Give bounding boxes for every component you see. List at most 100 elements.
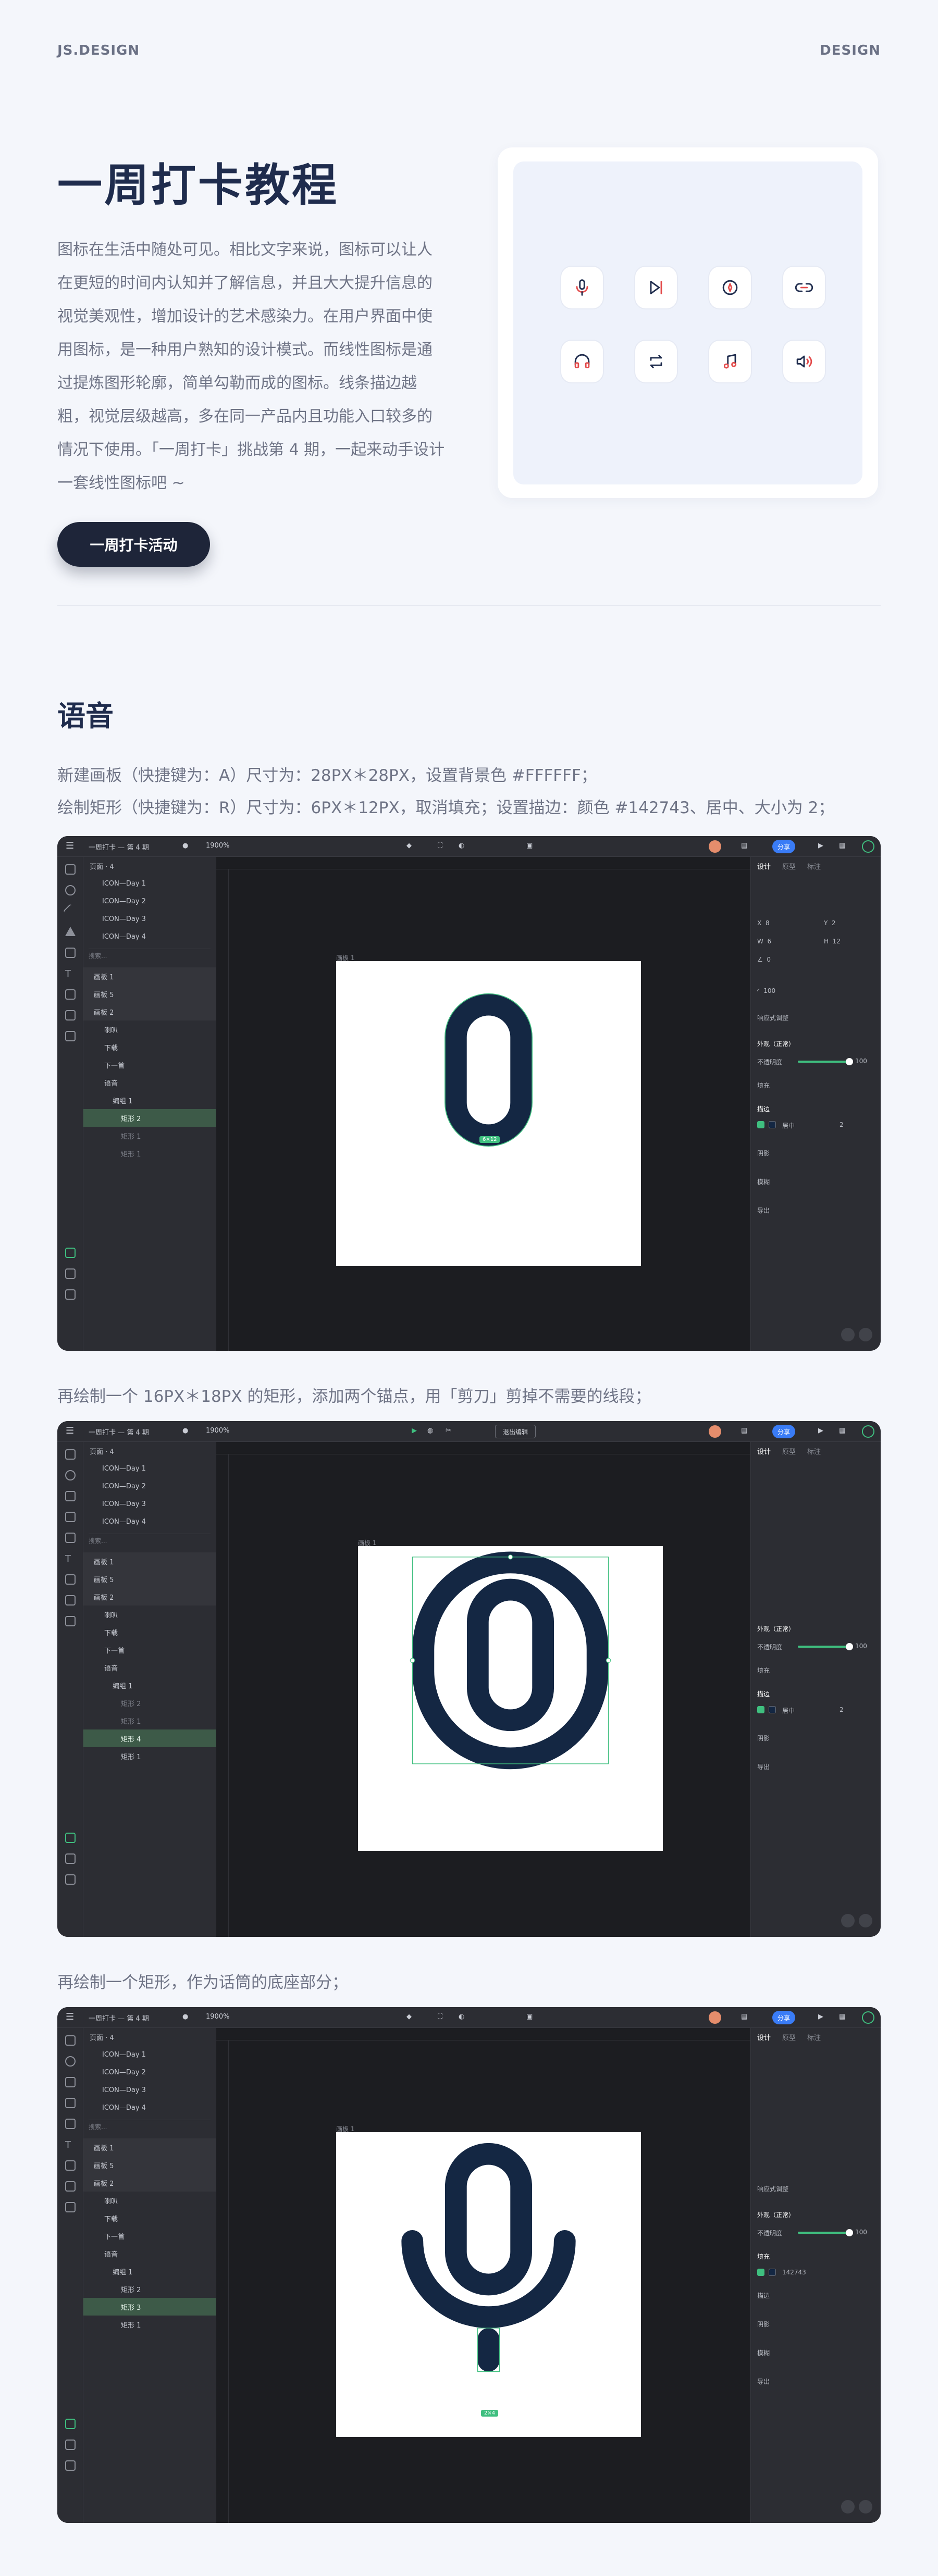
- layer-row[interactable]: 画板 2: [83, 1003, 216, 1021]
- avatar[interactable]: [709, 840, 721, 853]
- layer-row[interactable]: 矩形 1: [83, 1712, 216, 1729]
- pen-tool-icon[interactable]: [65, 2119, 76, 2129]
- share-button[interactable]: 分享: [772, 1425, 796, 1438]
- file-name[interactable]: 一周打卡 — 第 4 期: [89, 842, 149, 852]
- layer-row[interactable]: 编组 1: [83, 2262, 216, 2280]
- layer-row[interactable]: 画板 5: [83, 1570, 216, 1588]
- polygon-tool-icon[interactable]: [65, 927, 76, 936]
- export-section[interactable]: 导出: [757, 1762, 874, 1771]
- brush-tool-icon[interactable]: [65, 2202, 76, 2212]
- stroke-section[interactable]: 描边: [757, 1104, 874, 1113]
- share-button[interactable]: 分享: [772, 2011, 796, 2024]
- layer-row[interactable]: 喇叭: [83, 2192, 216, 2209]
- vector-edit-icon[interactable]: ▶: [412, 1427, 417, 1435]
- shadow-section[interactable]: 阴影: [757, 1149, 874, 1158]
- layer-row[interactable]: 下一首: [83, 1641, 216, 1659]
- mask-icon[interactable]: ◐: [459, 2013, 464, 2021]
- page-item[interactable]: ICON—Day 3: [83, 910, 216, 928]
- folder-icon[interactable]: [65, 1853, 76, 1864]
- artboard[interactable]: 6×12: [336, 961, 641, 1266]
- text-tool-icon[interactable]: T: [65, 1553, 76, 1564]
- ellipse-tool-icon[interactable]: [65, 2056, 76, 2067]
- rect-tool-icon[interactable]: [65, 2035, 76, 2046]
- play-icon[interactable]: ▶: [818, 1427, 823, 1435]
- layer-row[interactable]: 矩形 1: [83, 1144, 216, 1162]
- fill-section[interactable]: 填充: [757, 1666, 874, 1675]
- play-icon[interactable]: ▶: [818, 842, 823, 850]
- checkin-activity-button[interactable]: 一周打卡活动: [57, 522, 210, 567]
- layer-row[interactable]: 矩形 2: [83, 2280, 216, 2298]
- frame-tool-icon[interactable]: ⛶: [438, 842, 442, 850]
- layer-row-selected[interactable]: 矩形 3: [83, 2298, 216, 2316]
- tab-annotation[interactable]: 标注: [807, 2032, 821, 2042]
- tab-prototype[interactable]: 原型: [782, 861, 796, 871]
- artboard[interactable]: [358, 1546, 663, 1851]
- menu-icon[interactable]: ☰: [66, 1425, 74, 1436]
- canvas[interactable]: 画板 1: [216, 1442, 750, 1937]
- avatar[interactable]: [709, 2011, 721, 2024]
- layer-row[interactable]: 矩形 1: [83, 1127, 216, 1144]
- shadow-section[interactable]: 阴影: [757, 2320, 874, 2329]
- slice-tool-icon[interactable]: [65, 1010, 76, 1021]
- rect-tool-icon[interactable]: [65, 1449, 76, 1460]
- avatar[interactable]: [709, 1425, 721, 1438]
- image-tool-icon[interactable]: [65, 2160, 76, 2171]
- tab-prototype[interactable]: 原型: [782, 2032, 796, 2042]
- present-icon[interactable]: ▦: [839, 2013, 845, 2021]
- opacity-value[interactable]: 100: [855, 1057, 874, 1065]
- frame-tool-icon[interactable]: ⛶: [438, 2013, 442, 2021]
- fill-color-swatch[interactable]: [769, 2269, 776, 2276]
- menu-icon[interactable]: ☰: [66, 2011, 74, 2022]
- mask-icon[interactable]: ◐: [459, 842, 464, 850]
- appearance-section[interactable]: 外观（正常）: [757, 1624, 874, 1633]
- exit-edit-button[interactable]: 退出编辑: [495, 1425, 536, 1438]
- zoom-level[interactable]: 1900%: [206, 842, 229, 850]
- tab-design[interactable]: 设计: [757, 2032, 771, 2042]
- fill-hex[interactable]: 142743: [782, 2269, 874, 2276]
- tab-design[interactable]: 设计: [757, 861, 771, 871]
- polygon-tool-icon[interactable]: [65, 2098, 76, 2108]
- stroke-width[interactable]: 2: [840, 1121, 874, 1128]
- slice-tool-icon[interactable]: [65, 1595, 76, 1606]
- text-tool-icon[interactable]: T: [65, 968, 76, 979]
- component-icon[interactable]: ◆: [406, 842, 412, 850]
- line-tool-icon[interactable]: [65, 1491, 76, 1501]
- constraints-section[interactable]: 响应式调整: [757, 2184, 874, 2193]
- bool-icon[interactable]: ▣: [526, 842, 533, 850]
- stroke-checkbox[interactable]: [757, 1706, 764, 1713]
- trash-icon[interactable]: [65, 1874, 76, 1885]
- layer-row[interactable]: 喇叭: [83, 1021, 216, 1038]
- layer-row[interactable]: 矩形 1: [83, 2316, 216, 2333]
- layer-row[interactable]: 下一首: [83, 2227, 216, 2245]
- tab-annotation[interactable]: 标注: [807, 1446, 821, 1456]
- bool-icon[interactable]: ▣: [526, 2013, 533, 2021]
- layer-row[interactable]: 矩形 2: [83, 1694, 216, 1712]
- layer-search-input[interactable]: 搜索...: [89, 2120, 211, 2133]
- image-tool-icon[interactable]: [65, 1574, 76, 1585]
- canvas[interactable]: 画板 1 6×12: [216, 857, 750, 1351]
- layer-row[interactable]: 画板 1: [83, 2138, 216, 2156]
- prop-radius-field[interactable]: ◜ 100: [757, 987, 874, 994]
- comment-icon[interactable]: ●: [182, 2013, 188, 2021]
- page-item[interactable]: ICON—Day 4: [83, 2099, 216, 2117]
- polygon-tool-icon[interactable]: [65, 1512, 76, 1522]
- layer-row[interactable]: 画板 1: [83, 1552, 216, 1570]
- export-section[interactable]: 导出: [757, 2377, 874, 2386]
- help-icon[interactable]: [859, 1328, 872, 1341]
- stroke-width[interactable]: 2: [840, 1706, 874, 1713]
- shadow-section[interactable]: 阴影: [757, 1734, 874, 1743]
- file-name[interactable]: 一周打卡 — 第 4 期: [89, 1427, 149, 1437]
- pen-tool-icon[interactable]: [65, 1533, 76, 1543]
- layer-row[interactable]: 语音: [83, 2245, 216, 2262]
- settings-icon[interactable]: [841, 1328, 855, 1341]
- layer-search-input[interactable]: 搜索...: [89, 949, 211, 962]
- layer-row[interactable]: 语音: [83, 1074, 216, 1091]
- ellipse-tool-icon[interactable]: [65, 1470, 76, 1480]
- help-icon[interactable]: [859, 2500, 872, 2513]
- ellipse-tool-icon[interactable]: [65, 885, 76, 895]
- opacity-slider[interactable]: [798, 1643, 853, 1650]
- fill-section[interactable]: 填充: [757, 2252, 874, 2261]
- page-item[interactable]: ICON—Day 3: [83, 2081, 216, 2099]
- plugin-icon[interactable]: [65, 1833, 76, 1843]
- page-item[interactable]: ICON—Day 1: [83, 1460, 216, 1477]
